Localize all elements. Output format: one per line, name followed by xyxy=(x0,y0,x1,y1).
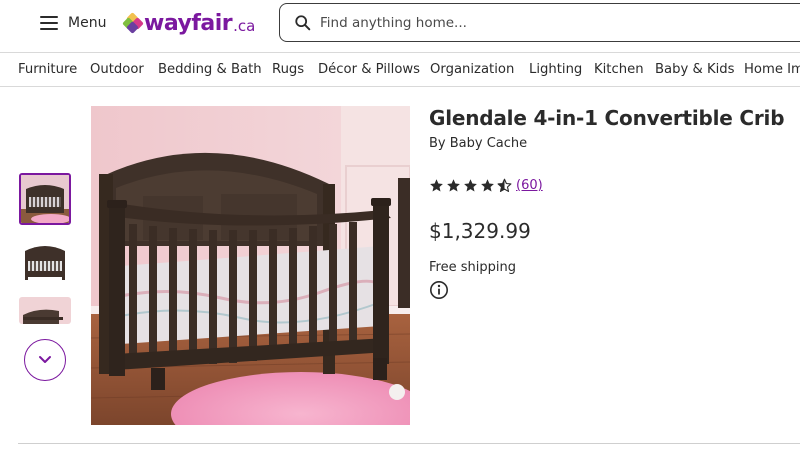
thumbnail-2[interactable] xyxy=(19,235,71,287)
nav-home-improvement[interactable]: Home Im xyxy=(744,62,800,77)
review-count-link[interactable]: (60) xyxy=(516,178,543,193)
logo-tld: .ca xyxy=(233,16,256,35)
main-product-image[interactable] xyxy=(91,106,410,425)
crib-thumbnail-image xyxy=(21,175,69,223)
nav-baby-kids[interactable]: Baby & Kids xyxy=(655,62,735,77)
search-icon[interactable] xyxy=(294,14,312,32)
nav-kitchen[interactable]: Kitchen xyxy=(594,62,644,77)
star-full-icon xyxy=(430,179,443,192)
chevron-down-icon xyxy=(39,356,51,363)
section-divider xyxy=(18,443,800,444)
nav-outdoor[interactable]: Outdoor xyxy=(90,62,144,77)
hamburger-icon xyxy=(40,16,58,30)
gallery-scroll-down-button[interactable] xyxy=(24,339,66,381)
star-full-icon xyxy=(481,179,494,192)
nav-furniture[interactable]: Furniture xyxy=(18,62,77,77)
menu-button[interactable]: Menu xyxy=(40,12,106,34)
search-box xyxy=(279,3,800,42)
category-nav: Furniture Outdoor Bedding & Bath Rugs Dé… xyxy=(0,53,800,87)
nav-bedding-bath[interactable]: Bedding & Bath xyxy=(158,62,262,77)
crib-thumbnail-image xyxy=(19,297,71,324)
site-header: Menu wayfair .ca xyxy=(0,0,800,53)
nav-organization[interactable]: Organization xyxy=(430,62,514,77)
product-rating[interactable]: (60) xyxy=(429,178,543,193)
crib-photo xyxy=(91,106,410,425)
menu-label: Menu xyxy=(68,15,107,31)
star-half-icon xyxy=(497,178,512,192)
product-title: Glendale 4-in-1 Convertible Crib xyxy=(429,106,785,130)
thumbnail-3[interactable] xyxy=(19,297,71,324)
shipping-info: Free shipping xyxy=(429,260,516,275)
product-brand[interactable]: By Baby Cache xyxy=(429,136,527,151)
info-icon[interactable] xyxy=(429,280,449,300)
product-price: $1,329.99 xyxy=(429,219,531,243)
logo-mark-icon xyxy=(122,12,144,34)
star-rating xyxy=(429,178,512,193)
thumbnail-1[interactable] xyxy=(19,173,71,225)
nav-rugs[interactable]: Rugs xyxy=(272,62,304,77)
search-input[interactable] xyxy=(320,14,760,31)
wayfair-logo[interactable]: wayfair .ca xyxy=(122,9,256,37)
nav-decor-pillows[interactable]: Décor & Pillows xyxy=(318,62,420,77)
star-full-icon xyxy=(464,179,477,192)
star-full-icon xyxy=(447,179,460,192)
nav-lighting[interactable]: Lighting xyxy=(529,62,582,77)
logo-wordmark: wayfair xyxy=(144,10,233,36)
crib-thumbnail-image xyxy=(19,235,71,287)
